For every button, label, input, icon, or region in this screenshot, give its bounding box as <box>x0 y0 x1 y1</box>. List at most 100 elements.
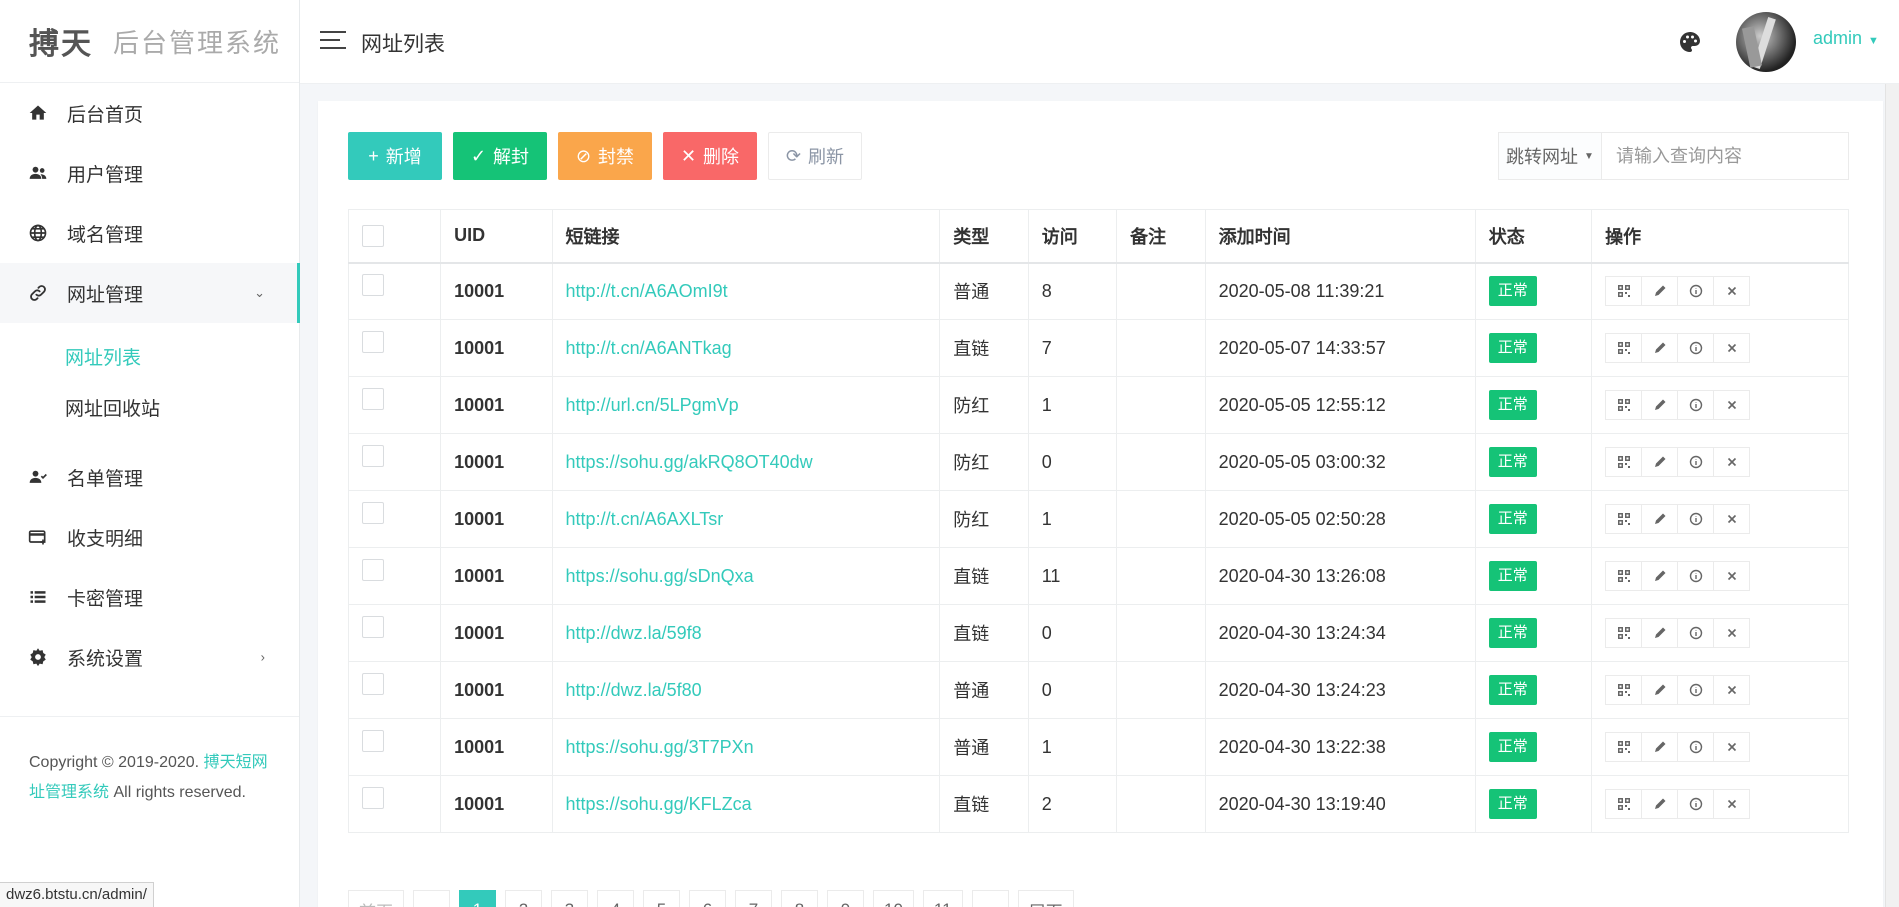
page-link[interactable]: « <box>413 890 450 907</box>
pencil-button[interactable] <box>1641 789 1679 819</box>
page-link[interactable]: 2 <box>505 890 542 907</box>
column-header[interactable]: 短链接 <box>551 209 941 264</box>
row-checkbox[interactable] <box>362 330 384 353</box>
page-link[interactable]: 首页 <box>348 890 404 907</box>
row-checkbox[interactable] <box>362 558 384 581</box>
column-header[interactable]: 状态 <box>1474 209 1593 264</box>
short-url-link[interactable]: https://sohu.gg/akRQ8OT40dw <box>566 452 813 472</box>
pencil-button[interactable] <box>1641 618 1679 648</box>
table-row[interactable]: 10001 http://t.cn/A6ANTkag 直链 7 2020-05-07 1… <box>347 319 1849 377</box>
sidebar-item-users[interactable]: 用户管理 <box>0 143 299 203</box>
sidebar-item-finance[interactable]: 收支明细 <box>0 507 299 567</box>
delete-button[interactable]: ✕ 删除 <box>663 132 757 180</box>
short-url-link[interactable]: http://dwz.la/5f80 <box>566 680 702 700</box>
close-button[interactable] <box>1713 276 1751 307</box>
info-button[interactable] <box>1677 732 1715 762</box>
sidebar-subitem-url-recycle[interactable]: 网址回收站 <box>0 382 299 433</box>
short-url-link[interactable]: https://sohu.gg/KFLZca <box>566 794 752 814</box>
sidebar-subitem-url-list[interactable]: 网址列表 <box>0 331 299 382</box>
pencil-button[interactable] <box>1641 504 1679 534</box>
add-button[interactable]: + 新增 <box>348 132 442 180</box>
info-button[interactable] <box>1677 276 1715 307</box>
short-url-link[interactable]: http://t.cn/A6AXLTsr <box>566 509 724 529</box>
short-url-link[interactable]: http://dwz.la/59f8 <box>566 623 702 643</box>
info-button[interactable] <box>1677 675 1715 705</box>
pencil-button[interactable] <box>1641 276 1679 307</box>
short-url-link[interactable]: https://sohu.gg/3T7PXn <box>566 737 754 757</box>
info-button[interactable] <box>1677 618 1715 648</box>
info-button[interactable] <box>1677 447 1715 477</box>
row-checkbox[interactable] <box>362 444 384 467</box>
pencil-button[interactable] <box>1641 333 1679 363</box>
column-header[interactable]: 访问 <box>1027 209 1118 264</box>
column-header[interactable]: 类型 <box>939 209 1029 264</box>
qrcode-button[interactable] <box>1605 732 1643 762</box>
row-checkbox[interactable] <box>362 387 384 410</box>
page-link[interactable]: 尾页 <box>1017 890 1074 907</box>
page-link[interactable]: 7 <box>735 890 772 907</box>
column-header[interactable]: UID <box>440 209 553 264</box>
short-url-link[interactable]: https://sohu.gg/sDnQxa <box>566 566 754 586</box>
qrcode-button[interactable] <box>1605 447 1643 477</box>
sidebar-item-urls[interactable]: 网址管理 ⌄ <box>0 263 300 323</box>
pencil-button[interactable] <box>1641 561 1679 591</box>
page-link[interactable]: 8 <box>781 890 818 907</box>
table-row[interactable]: 10001 https://sohu.gg/3T7PXn 普通 1 2020-04-30… <box>347 718 1849 776</box>
table-row[interactable]: 10001 https://sohu.gg/akRQ8OT40dw 防红 0 2020-… <box>347 433 1849 491</box>
pencil-button[interactable] <box>1641 675 1679 705</box>
sidebar-item-domains[interactable]: 域名管理 <box>0 203 299 263</box>
sidebar-item-cards[interactable]: 卡密管理 <box>0 567 299 627</box>
sidebar-item-settings[interactable]: 系统设置 › <box>0 627 299 687</box>
short-url-link[interactable]: http://url.cn/5LPgmVp <box>566 395 739 415</box>
qrcode-button[interactable] <box>1605 675 1643 705</box>
short-url-link[interactable]: http://t.cn/A6AOmI9t <box>566 281 728 301</box>
refresh-button[interactable]: ⟳ 刷新 <box>768 132 862 180</box>
table-row[interactable]: 10001 https://sohu.gg/sDnQxa 直链 11 2020-04-3… <box>347 547 1849 605</box>
search-input[interactable] <box>1602 133 1848 179</box>
avatar[interactable] <box>1736 12 1796 72</box>
page-link[interactable]: 11 <box>922 890 963 907</box>
sidebar-item-home[interactable]: 后台首页 <box>0 83 299 143</box>
palette-icon[interactable] <box>1678 30 1702 54</box>
qrcode-button[interactable] <box>1605 789 1643 819</box>
close-button[interactable] <box>1713 447 1751 477</box>
qrcode-button[interactable] <box>1605 333 1643 363</box>
close-button[interactable] <box>1713 618 1751 648</box>
row-checkbox[interactable] <box>362 274 384 296</box>
close-button[interactable] <box>1713 675 1751 705</box>
info-button[interactable] <box>1677 390 1715 420</box>
page-link[interactable]: 5 <box>643 890 680 907</box>
close-button[interactable] <box>1713 732 1751 762</box>
page-link[interactable]: 4 <box>597 890 634 907</box>
qrcode-button[interactable] <box>1605 561 1643 591</box>
row-checkbox[interactable] <box>362 672 384 695</box>
menu-toggle-icon[interactable] <box>320 30 346 50</box>
row-checkbox[interactable] <box>362 729 384 752</box>
ban-button[interactable]: ⊘ 封禁 <box>558 132 652 180</box>
row-checkbox[interactable] <box>362 615 384 638</box>
close-button[interactable] <box>1713 789 1751 819</box>
close-button[interactable] <box>1713 390 1751 420</box>
qrcode-button[interactable] <box>1605 390 1643 420</box>
page-link[interactable]: 10 <box>873 890 914 907</box>
close-button[interactable] <box>1713 561 1751 591</box>
page-scrollbar[interactable] <box>1885 84 1899 907</box>
page-link[interactable]: 6 <box>689 890 726 907</box>
table-row[interactable]: 10001 http://dwz.la/59f8 直链 0 2020-04-30 13:… <box>347 604 1849 662</box>
sidebar-item-lists[interactable]: 名单管理 <box>0 447 299 507</box>
select-all-checkbox[interactable] <box>362 224 384 247</box>
close-button[interactable] <box>1713 333 1751 363</box>
qrcode-button[interactable] <box>1605 504 1643 534</box>
short-url-link[interactable]: http://t.cn/A6ANTkag <box>566 338 732 358</box>
search-field-select[interactable]: 跳转网址 ▼ <box>1499 133 1602 179</box>
qrcode-button[interactable] <box>1605 276 1643 307</box>
pencil-button[interactable] <box>1641 732 1679 762</box>
page-link[interactable]: 3 <box>551 890 588 907</box>
table-row[interactable]: 10001 https://sohu.gg/KFLZca 直链 2 2020-04-30… <box>347 775 1849 833</box>
brand-logo[interactable]: 搏天 后台管理系统 <box>0 0 299 83</box>
user-menu[interactable]: admin ▼ <box>1813 28 1879 49</box>
info-button[interactable] <box>1677 333 1715 363</box>
table-row[interactable]: 10001 http://t.cn/A6AOmI9t 普通 8 2020-05-08 1… <box>347 262 1849 320</box>
qrcode-button[interactable] <box>1605 618 1643 648</box>
table-row[interactable]: 10001 http://t.cn/A6AXLTsr 防红 1 2020-05-05 0… <box>347 490 1849 548</box>
